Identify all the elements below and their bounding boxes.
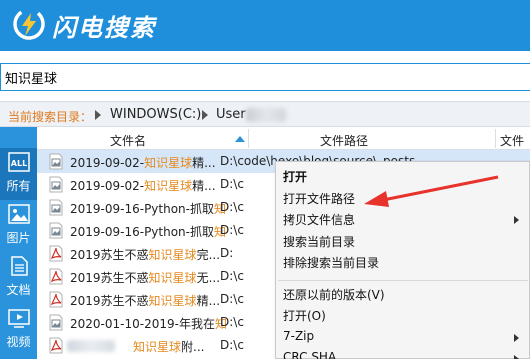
lightning-icon <box>13 8 45 40</box>
context-menu-item[interactable]: 还原以前的版本(V) <box>283 286 385 303</box>
context-menu-item[interactable]: 搜索当前目录 <box>283 233 355 250</box>
video-icon <box>8 309 30 328</box>
pdf-file-icon <box>49 268 63 285</box>
file-path: D:\c <box>220 269 244 283</box>
file-name-text: 2019-09-02- <box>70 156 145 170</box>
sidebar-item-documents[interactable]: 文档 <box>0 252 37 304</box>
sidebar-label-pictures: 图片 <box>6 231 31 245</box>
context-menu-item[interactable]: 打开文件路径 <box>283 190 355 207</box>
file-path: D:\c <box>220 200 244 214</box>
pdf-file-icon <box>49 245 63 262</box>
context-menu-item[interactable]: 拷贝文件信息 <box>283 211 355 228</box>
file-name-text: 附... <box>181 340 205 354</box>
context-menu-item[interactable]: 排除搜索当前目录 <box>283 254 379 271</box>
sidebar-label-all: 所有 <box>6 179 31 193</box>
table-header: 文件名 文件路径 文件大 <box>37 127 530 165</box>
column-header-path[interactable]: 文件路径 <box>320 132 368 149</box>
submenu-arrow-icon <box>514 333 519 342</box>
app-title: 闪电搜索 <box>52 14 156 42</box>
search-match-text: 知识星球 <box>148 248 197 262</box>
picture-icon <box>8 204 30 224</box>
file-name-text: 2019苏生不惑 <box>70 271 149 285</box>
chevron-right-icon[interactable] <box>202 110 208 120</box>
menu-separator <box>278 279 528 281</box>
file-name-text: 精... <box>196 294 221 308</box>
file-name-text: 精... <box>192 179 216 193</box>
file-path: D:\c <box>220 177 244 191</box>
context-menu-item[interactable]: 打开 <box>283 168 307 185</box>
sort-ascending-icon[interactable] <box>235 136 245 142</box>
search-match-text: 知识星球 <box>144 156 193 170</box>
image-file-icon <box>49 199 63 216</box>
sidebar-label-videos: 视频 <box>6 335 31 349</box>
search-match-text: 知识星球 <box>148 271 197 285</box>
image-file-icon <box>49 314 63 331</box>
breadcrumb-label: 当前搜索目录： <box>8 110 93 124</box>
document-icon <box>11 256 28 276</box>
search-match-text: 知识星球 <box>144 179 193 193</box>
redacted-area <box>246 108 286 122</box>
sidebar-label-documents: 文档 <box>6 283 31 297</box>
breadcrumb-item-drive[interactable]: WINDOWS(C:) <box>110 107 201 122</box>
column-header-name[interactable]: 文件名 <box>110 132 146 149</box>
file-path: D: <box>220 246 234 260</box>
sidebar-item-all[interactable]: ALL 所有 <box>0 148 37 200</box>
file-name-text: 2019苏生不惑 <box>70 294 149 308</box>
pdf-file-icon <box>49 337 63 354</box>
column-divider[interactable] <box>248 129 249 148</box>
all-icon: ALL <box>8 152 30 172</box>
file-name-text: 精... <box>192 156 216 170</box>
file-name-text: 2019-09-02- <box>70 179 145 193</box>
column-divider[interactable] <box>495 129 496 148</box>
file-path: D:\c <box>220 338 244 352</box>
sidebar-item-videos[interactable]: 视频 <box>0 304 37 356</box>
submenu-arrow-icon <box>514 216 519 224</box>
sidebar: ALL 所有 图片 文档 视频 <box>0 127 37 359</box>
search-bar <box>0 51 530 101</box>
breadcrumb: 当前搜索目录： WINDOWS(C:) User <box>0 101 530 127</box>
image-file-icon <box>49 176 63 193</box>
file-name-text: 完... <box>196 248 221 262</box>
file-path: D:\c <box>220 223 244 237</box>
breadcrumb-item-user[interactable]: User <box>216 107 246 122</box>
file-name-text: 无... <box>196 271 221 285</box>
context-menu-item[interactable]: 打开(O) <box>283 307 326 324</box>
pdf-file-icon <box>49 291 63 308</box>
image-file-icon <box>49 153 63 170</box>
file-name-text: 2019苏生不惑 <box>70 248 149 262</box>
context-menu-item[interactable]: 7-Zip <box>283 329 314 343</box>
file-path: D:\c <box>220 292 244 306</box>
file-name-text: 2019-09-16-Python-抓取 <box>70 225 214 239</box>
redacted-area <box>67 340 115 352</box>
file-name-text: 2019-09-16-Python-抓取 <box>70 202 214 216</box>
context-menu-item[interactable]: CRC SHA <box>283 350 336 359</box>
file-path: D:\c <box>220 315 244 329</box>
search-match-text: 知识星球 <box>148 294 197 308</box>
image-file-icon <box>49 222 63 239</box>
search-input[interactable] <box>0 63 530 91</box>
svg-text:ALL: ALL <box>11 159 27 168</box>
submenu-arrow-icon <box>514 355 519 359</box>
context-menu: 打开打开文件路径 拷贝文件信息 搜索当前目录排除搜索当前目录 还原以前的版本(V) 打开… <box>275 161 530 359</box>
search-match-text: 知识星球 <box>133 340 182 354</box>
file-name-text: 2020-01-10-2019-年我在 <box>70 317 215 331</box>
chevron-right-icon[interactable] <box>95 110 101 120</box>
sidebar-item-pictures[interactable]: 图片 <box>0 200 37 252</box>
app-header: 闪电搜索 <box>0 0 530 51</box>
